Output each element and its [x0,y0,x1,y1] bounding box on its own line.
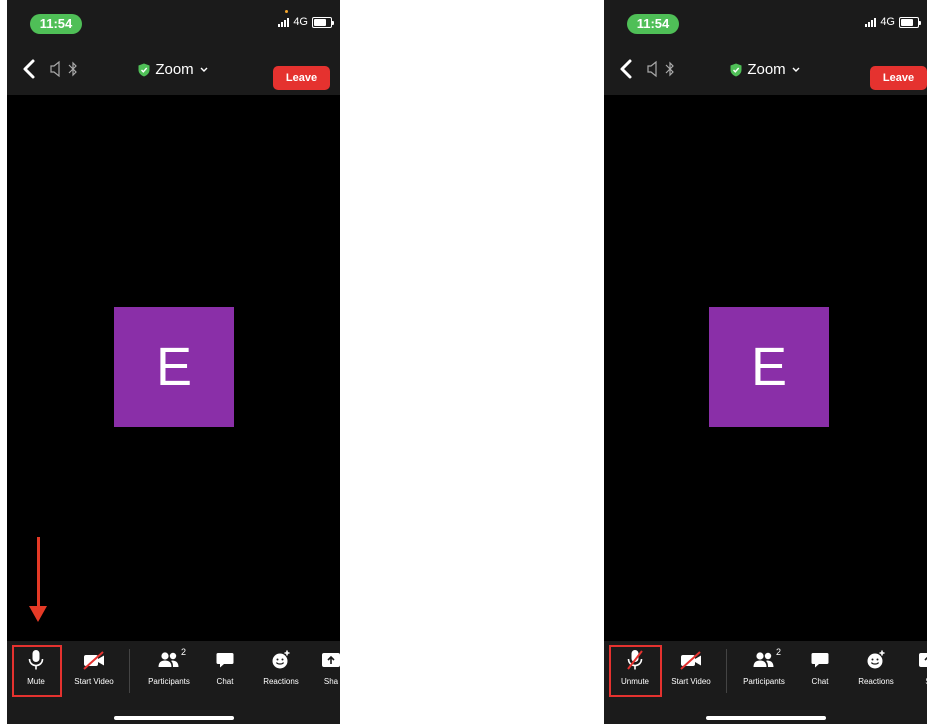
zoom-screen-muted-on: 11:54 4G Zoom Leave E Unmute Start Video [604,0,927,724]
participant-avatar: E [114,307,234,427]
share-icon [322,653,340,667]
chevron-down-icon [792,67,800,72]
toolbar-divider [726,649,727,693]
microphone-icon [28,650,44,670]
meeting-title: Zoom [155,61,194,78]
share-icon [919,653,927,667]
chevron-down-icon [200,67,208,72]
mute-button[interactable]: Mute [7,649,68,686]
participants-label: Participants [148,677,190,686]
chat-label: Chat [811,677,829,686]
participants-count-badge: 2 [776,647,782,657]
video-off-icon [680,651,701,670]
leave-button[interactable]: Leave [273,66,330,90]
meeting-header: Zoom Leave [604,45,927,95]
toolbar-divider [129,649,130,693]
chat-button[interactable]: Chat [193,649,257,686]
status-time: 11:54 [30,14,82,34]
start-video-button[interactable]: Start Video [659,649,723,686]
zoom-screen-muted-off: 11:54 4G Zoom Leave E Mute Start Video 2… [7,0,340,724]
unmute-label: Unmute [620,677,649,686]
status-bar: 11:54 4G [7,0,340,45]
chat-icon [216,653,234,668]
signal-icon [278,17,290,27]
participants-label: Participants [743,677,785,686]
participants-button[interactable]: 2 Participants [732,647,796,686]
annotation-arrow-line [37,537,40,609]
participants-button[interactable]: 2 Participants [137,647,201,686]
share-button[interactable]: Sha [299,649,340,686]
meeting-header: Zoom Leave [7,45,340,95]
microphone-off-icon [627,650,643,670]
participants-icon [753,652,774,667]
network-type: 4G [293,16,308,28]
unmute-button[interactable]: Unmute [604,649,667,686]
share-label: Sha [323,677,339,686]
battery-icon [899,16,921,28]
home-indicator [113,716,234,720]
reactions-icon [867,650,885,669]
participants-count-badge: 2 [181,647,187,657]
home-indicator [705,716,826,720]
status-indicators: 4G [278,16,334,28]
privacy-indicator-dot [285,10,288,13]
participants-icon [158,652,179,667]
shield-check-icon [138,63,150,76]
share-label: S [896,677,927,686]
meeting-toolbar: Unmute Start Video 2 Participants Chat R… [604,641,927,724]
chat-label: Chat [216,677,234,686]
network-type: 4G [880,16,895,28]
shield-check-icon [730,63,742,76]
annotation-arrow-head [29,606,47,622]
chat-icon [811,653,829,668]
chat-button[interactable]: Chat [788,649,852,686]
meeting-title: Zoom [747,61,786,78]
participant-avatar: E [709,307,829,427]
start-video-label: Start Video [671,677,711,686]
mute-label: Mute [27,677,45,686]
leave-button[interactable]: Leave [870,66,927,90]
status-bar: 11:54 4G [604,0,927,45]
start-video-button[interactable]: Start Video [62,649,126,686]
status-indicators: 4G [865,16,921,28]
start-video-label: Start Video [74,677,114,686]
battery-icon [312,16,334,28]
meeting-toolbar: Mute Start Video 2 Participants Chat Rea… [7,641,340,724]
share-button[interactable]: S [896,649,927,686]
video-off-icon [83,651,104,670]
status-time: 11:54 [627,14,679,34]
signal-icon [865,17,877,27]
reactions-icon [272,650,290,669]
